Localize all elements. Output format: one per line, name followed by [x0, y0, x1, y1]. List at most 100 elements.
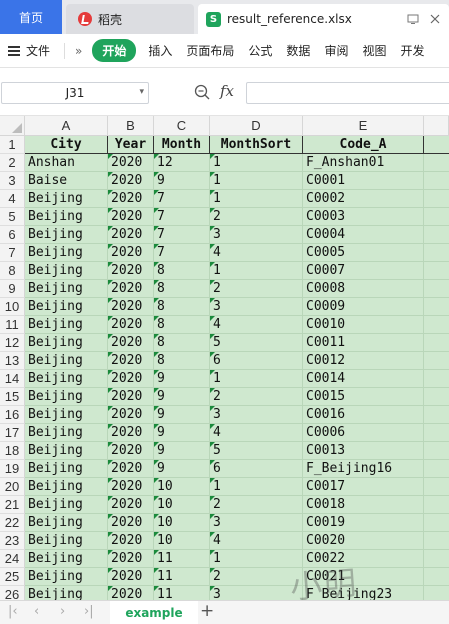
table-cell-empty[interactable] [424, 262, 449, 280]
row-header[interactable]: 6 [0, 226, 25, 244]
table-cell[interactable]: C0014 [303, 370, 424, 388]
table-cell[interactable]: 2020 [108, 586, 154, 600]
table-cell-empty[interactable] [424, 298, 449, 316]
row-header[interactable]: 23 [0, 532, 25, 550]
table-cell[interactable]: 2020 [108, 406, 154, 424]
row-header[interactable]: 25 [0, 568, 25, 586]
table-cell[interactable]: 2 [210, 496, 303, 514]
function-icon[interactable]: fx [220, 82, 234, 100]
table-cell[interactable]: 8 [154, 334, 210, 352]
row-header[interactable]: 10 [0, 298, 25, 316]
table-cell-empty[interactable] [424, 388, 449, 406]
menu-page-layout[interactable]: 页面布局 [186, 42, 234, 59]
table-cell[interactable]: C0018 [303, 496, 424, 514]
row-header[interactable]: 17 [0, 424, 25, 442]
close-tab-icon[interactable] [427, 11, 443, 27]
table-cell[interactable]: 9 [154, 442, 210, 460]
table-cell[interactable]: C0002 [303, 190, 424, 208]
table-cell[interactable]: Anshan [25, 154, 108, 172]
table-cell[interactable]: 9 [154, 460, 210, 478]
row-header[interactable]: 5 [0, 208, 25, 226]
table-cell[interactable]: C0019 [303, 514, 424, 532]
row-header[interactable]: 9 [0, 280, 25, 298]
column-header[interactable]: B [108, 116, 154, 136]
table-cell[interactable]: 4 [210, 532, 303, 550]
table-cell[interactable]: Beijing [25, 370, 108, 388]
table-cell-empty[interactable] [424, 370, 449, 388]
table-cell-empty[interactable] [424, 460, 449, 478]
table-cell-empty[interactable] [424, 208, 449, 226]
table-cell-empty[interactable] [424, 244, 449, 262]
table-cell-empty[interactable] [424, 280, 449, 298]
zoom-icon[interactable] [194, 84, 210, 100]
table-cell[interactable]: Beijing [25, 352, 108, 370]
chevron-down-icon[interactable]: ▾ [139, 87, 144, 97]
table-cell[interactable]: Beijing [25, 460, 108, 478]
menu-insert[interactable]: 插入 [148, 42, 172, 59]
column-header[interactable]: E [303, 116, 424, 136]
table-cell[interactable]: 1 [210, 172, 303, 190]
table-cell[interactable]: Beijing [25, 442, 108, 460]
tab-home[interactable]: 首页 [0, 0, 62, 34]
table-cell[interactable]: Beijing [25, 208, 108, 226]
table-cell[interactable]: 10 [154, 496, 210, 514]
menu-review[interactable]: 审阅 [324, 42, 348, 59]
table-cell[interactable]: 11 [154, 550, 210, 568]
table-cell[interactable]: Beijing [25, 262, 108, 280]
table-cell-empty[interactable] [424, 586, 449, 600]
row-header[interactable]: 1 [0, 136, 25, 154]
formula-input[interactable] [246, 82, 449, 104]
table-cell[interactable]: C0016 [303, 406, 424, 424]
expand-menu-icon[interactable]: » [75, 44, 82, 58]
table-cell[interactable]: 8 [154, 352, 210, 370]
row-header[interactable]: 21 [0, 496, 25, 514]
header-cell[interactable]: MonthSort [210, 136, 303, 154]
add-sheet-icon[interactable]: + [200, 601, 214, 621]
table-cell[interactable]: 4 [210, 424, 303, 442]
table-cell-empty[interactable] [424, 406, 449, 424]
table-cell[interactable]: 1 [210, 190, 303, 208]
table-cell-empty[interactable] [424, 172, 449, 190]
tab-docer[interactable]: 稻壳 [66, 4, 194, 34]
table-cell[interactable]: C0009 [303, 298, 424, 316]
table-cell-empty[interactable] [424, 136, 449, 154]
name-box[interactable]: J31 ▾ [1, 82, 149, 104]
row-header[interactable]: 13 [0, 352, 25, 370]
table-cell[interactable]: C0006 [303, 424, 424, 442]
table-cell[interactable]: 2020 [108, 424, 154, 442]
spreadsheet-grid[interactable]: A B C D E 1 2 3 4 5 6 7 8 9 10 11 12 13 14 15 16 17 18 19 20 21 22… [0, 116, 449, 600]
table-cell[interactable]: C0012 [303, 352, 424, 370]
table-cell-empty[interactable] [424, 316, 449, 334]
table-cell[interactable]: 1 [210, 262, 303, 280]
column-header-empty[interactable] [424, 116, 449, 136]
table-cell[interactable]: C0005 [303, 244, 424, 262]
row-header[interactable]: 19 [0, 460, 25, 478]
table-cell[interactable]: 2020 [108, 514, 154, 532]
table-cell[interactable]: 12 [154, 154, 210, 172]
table-cell[interactable]: 9 [154, 424, 210, 442]
table-cell[interactable]: Beijing [25, 568, 108, 586]
select-all-corner[interactable] [0, 116, 25, 136]
table-cell[interactable]: 2020 [108, 262, 154, 280]
table-cell[interactable]: 6 [210, 460, 303, 478]
table-cell[interactable]: 3 [210, 586, 303, 600]
last-sheet-icon[interactable]: ›| [84, 604, 94, 619]
table-cell[interactable]: 2020 [108, 172, 154, 190]
table-cell[interactable]: 3 [210, 298, 303, 316]
table-cell[interactable]: 2020 [108, 442, 154, 460]
table-cell[interactable]: 2020 [108, 154, 154, 172]
table-cell[interactable]: Beijing [25, 550, 108, 568]
menu-developer[interactable]: 开发 [400, 42, 424, 59]
table-cell-empty[interactable] [424, 334, 449, 352]
table-cell[interactable]: 8 [154, 316, 210, 334]
row-header[interactable]: 3 [0, 172, 25, 190]
table-cell[interactable]: Beijing [25, 244, 108, 262]
table-cell[interactable]: 2020 [108, 334, 154, 352]
table-cell[interactable]: 8 [154, 280, 210, 298]
row-header[interactable]: 18 [0, 442, 25, 460]
header-cell[interactable]: Code_A [303, 136, 424, 154]
table-cell-empty[interactable] [424, 532, 449, 550]
column-header[interactable]: D [210, 116, 303, 136]
prev-sheet-icon[interactable]: ‹ [34, 604, 39, 619]
row-header[interactable]: 12 [0, 334, 25, 352]
